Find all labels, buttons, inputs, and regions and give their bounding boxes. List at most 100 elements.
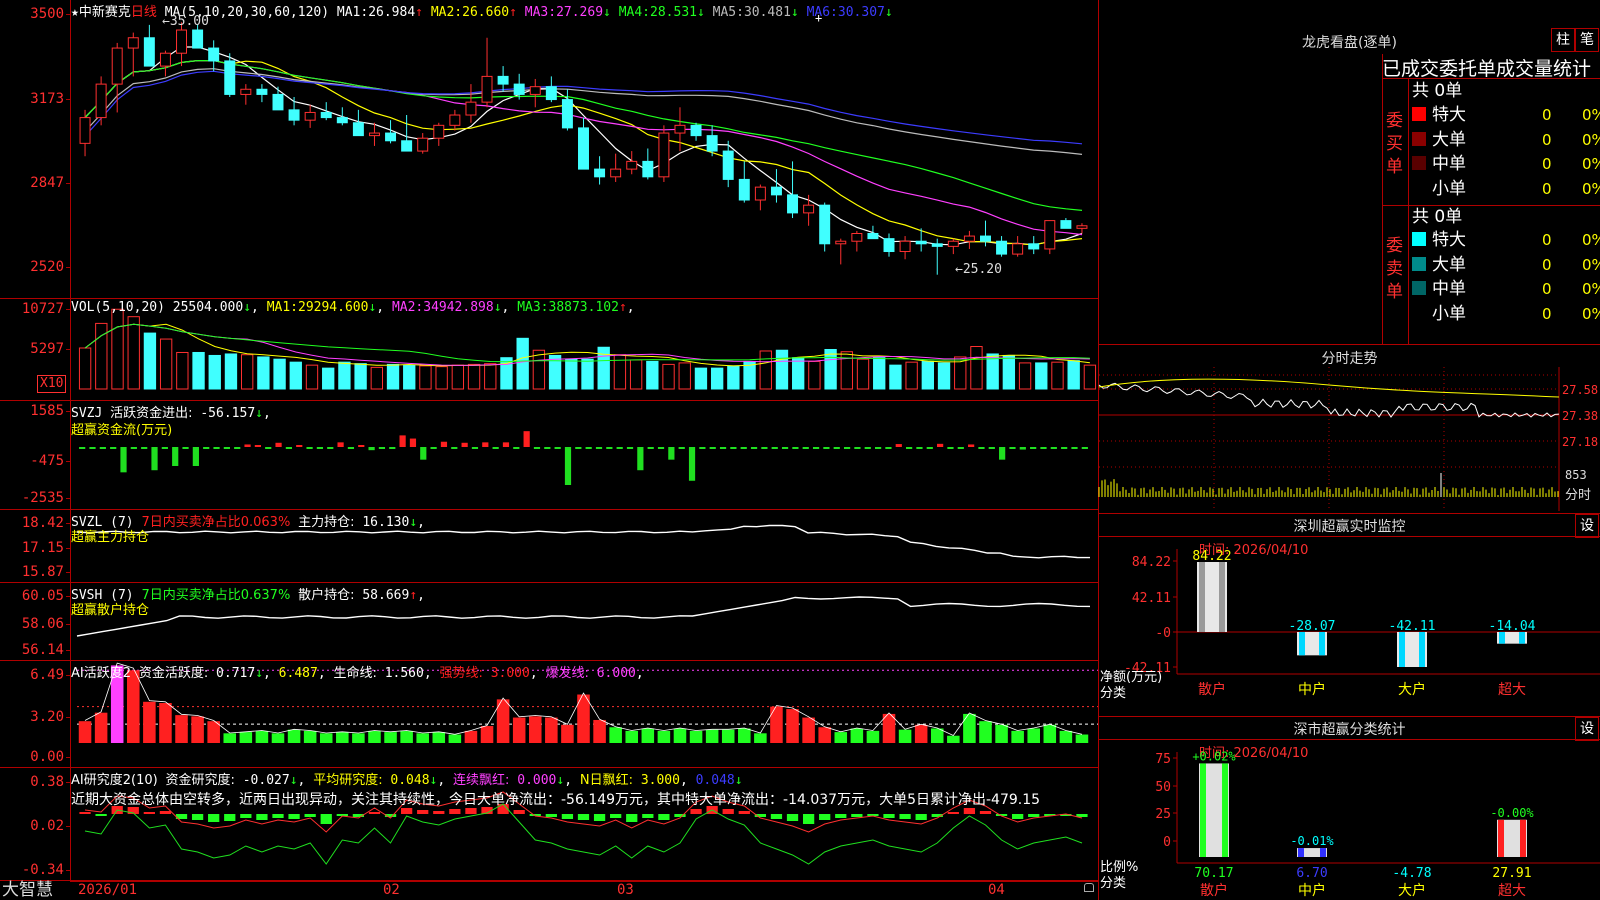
intraday-price-label: 27.18 [1562,435,1599,449]
ma-value-list: MA1:26.984↑ MA2:26.660↑ MA3:27.269↓ MA4:… [337,5,893,20]
volume-bar [759,350,772,390]
legend-swatch [1412,181,1426,195]
candle-body [803,204,815,214]
order-label: 大单 [1432,129,1466,150]
candle-body [931,243,943,247]
ai-research-red-arrow: ↓ [556,773,565,788]
svsh-pane[interactable]: 60.05 58.06 56.14 SVSH (7) 7日内买卖净占比0.637… [0,583,1098,661]
volume-bar [403,364,416,390]
ai-research-bar [577,814,590,820]
ai-research-bar [143,812,155,814]
sz-monitor-category: 中户 [1298,681,1326,698]
candle-body [320,111,332,119]
ai-research-bar [368,812,381,814]
period-label[interactable]: 日线 [131,5,157,20]
svzj-bar [316,447,324,449]
intraday-panel[interactable]: 分时走势 27.58 27.38 27.18 853 分时 [1098,345,1600,514]
ai-active-bar [400,730,413,743]
sz-class-value-label: -4.78 [1392,866,1431,881]
candle-body [883,238,895,253]
sz-class-category: 超大 [1498,883,1526,899]
svzj-bar [916,447,923,449]
ai-research-bar [819,814,831,820]
ai-research-bar [288,814,300,819]
tick-mode-button[interactable]: 笔 [1575,28,1599,52]
bar-mode-button[interactable]: 柱 [1551,28,1575,52]
ai-active-bar [191,716,204,743]
svzl-subtitle: 超赢主力持仓 [71,530,150,545]
intraday-chart[interactable] [1098,345,1600,513]
ai-active-bar [127,670,140,743]
ai-research-pane[interactable]: 0.38 0.02 -0.34 AI研究度2(10) 资金研究度: -0.027… [0,768,1098,881]
ai-active-bar [705,729,719,743]
sz-monitor-bar-label: -28.07 [1289,619,1336,634]
crosshair-cursor: + [815,11,823,25]
svzj-bar [637,447,644,471]
candle-body [947,240,959,247]
candle-body [1076,225,1088,229]
volume-bar [370,366,383,390]
candle-body [224,60,236,95]
svzj-bar [358,445,365,447]
star-icon[interactable]: ★ [71,5,79,20]
svzj-value: -56.157 [200,406,256,421]
svsh-arrow: ↑ [409,588,418,603]
candle-body [594,168,606,178]
candle-body [754,186,766,201]
ai-active-bar [384,732,397,743]
ai-active-bar [641,728,655,743]
volume-bar [1035,362,1048,390]
kline-chart[interactable] [0,0,1098,298]
ai-research-bar [979,811,992,814]
svzj-bar [719,447,727,449]
svzj-bar [130,447,137,449]
ai-active-bar [898,729,912,743]
ma-sep [799,5,807,20]
ai-active-bar [834,732,848,743]
svzj-bar [1050,447,1057,449]
ma-label: MA6: [806,5,838,20]
svzj-pane[interactable]: 1585 -475 -2535 SVZJ 活跃资金进出: -56.157↓, 超… [0,401,1098,510]
vol-ma-arrow: ↓ [493,300,502,315]
svzj-bar [89,447,96,449]
candle-body [1044,220,1056,250]
ai-active-life-value: 1.560 [384,666,424,681]
ai-active-pane[interactable]: 6.49 3.20 0.00 AI活跃度2 资金活跃度: 0.717↓, 6.4… [0,661,1098,768]
svzj-bar [223,447,230,449]
svsh-pos-value: 58.669 [362,588,410,603]
ai-active-bar [432,732,446,743]
candle-body [851,232,863,242]
lock-icon[interactable] [1084,883,1094,892]
svsh-subtitle: 超赢散户持仓 [71,603,150,618]
svzl-pane[interactable]: 18.42 17.15 15.87 SVZL (7) 7日内买卖净占比0.063… [0,510,1098,583]
candle-body [95,83,107,119]
candle-body [690,124,702,137]
ai-research-bar [272,814,284,818]
candle-body [208,47,220,62]
ai-active-arrow: ↓ [255,666,264,681]
ai-active-bar [818,727,831,743]
svzj-bar [234,447,241,449]
x-axis-line [70,881,1098,882]
svzj-bar [1040,447,1047,449]
ai-research-bar [79,812,91,814]
ai-active-bar [94,712,108,743]
svzl-pos-label: 主力持仓: [298,515,355,530]
candle-body [288,109,300,121]
order-count: 0 [1542,304,1552,323]
sz-class-axis-label2: 分类 [1100,876,1127,891]
sz-monitor-bar-label: -14.04 [1489,619,1536,634]
volume-bar [1002,354,1016,390]
ai-active-bar [657,730,671,743]
ai-active-bar [914,724,928,743]
volume-bar [159,338,173,390]
ai-active-bar [625,730,639,743]
sz-class-delta-label: -0.00% [1490,806,1534,820]
svzj-bar [492,447,499,449]
candle-body [272,93,284,111]
volume-pane[interactable]: 10727 5297 X10 VOL(5,10,20) 25504.000↓, … [0,299,1098,401]
sz-monitor-category: 超大 [1498,682,1526,698]
volume-bar [1051,361,1064,390]
ai-research-bar [947,812,959,814]
kline-pane[interactable]: 3500 3173 2847 2520 ★中新赛克日线 MA(5,10,20,3… [0,0,1098,299]
